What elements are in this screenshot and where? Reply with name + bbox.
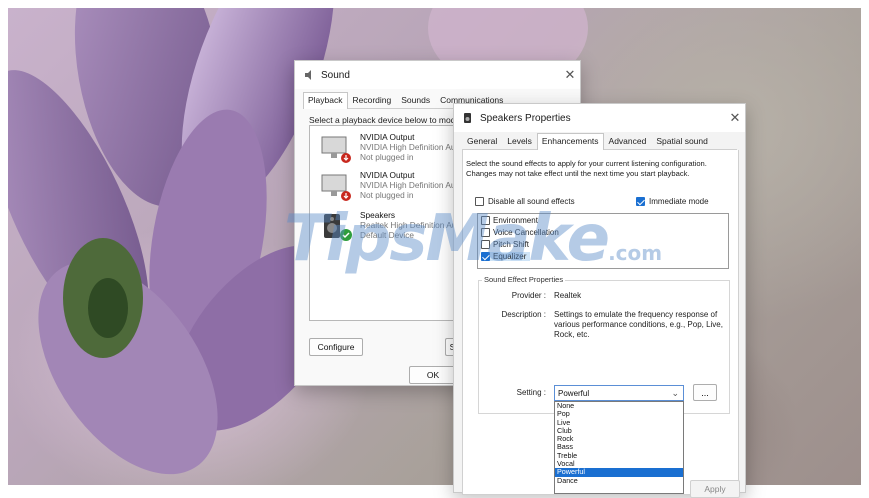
checkbox-icon [481, 216, 490, 225]
effects-list[interactable]: Environment Voice Cancellation Pitch Shi… [477, 213, 729, 269]
tab-advanced[interactable]: Advanced [604, 133, 652, 149]
speakers-properties-window: Speakers Properties ✕ General Levels Enh… [453, 103, 746, 498]
setting-select[interactable]: Powerful ⌄ [554, 385, 684, 401]
monitor-disconnected-icon [321, 174, 351, 201]
tab-enhancements[interactable]: Enhancements [536, 133, 604, 150]
checkbox-checked-icon [481, 252, 490, 261]
immediate-mode-label: Immediate mode [649, 197, 709, 206]
speakers-titlebar: Speakers Properties ✕ [454, 104, 745, 132]
close-icon[interactable]: ✕ [724, 108, 746, 128]
effect-label: Equalizer [493, 252, 527, 261]
speaker-icon [464, 113, 471, 123]
speakers-tabs: General Levels Enhancements Advanced Spa… [462, 133, 737, 150]
provider-label: Provider : [511, 291, 546, 300]
tab-levels[interactable]: Levels [502, 133, 537, 149]
immediate-mode-checkbox[interactable]: Immediate mode [636, 197, 709, 206]
effect-label: Pitch Shift [493, 240, 530, 249]
more-settings-button[interactable]: ... [693, 384, 717, 401]
dropdown-option[interactable]: Pop [555, 409, 683, 418]
disable-all-label: Disable all sound effects [488, 197, 575, 206]
tab-recording[interactable]: Recording [348, 92, 397, 108]
enhancements-instructions: Select the sound effects to apply for yo… [466, 159, 707, 178]
dropdown-option[interactable]: Dance [555, 476, 683, 485]
disable-all-effects-checkbox[interactable]: Disable all sound effects [475, 197, 575, 206]
device-name: NVIDIA Output [360, 170, 415, 180]
apply-button[interactable]: Apply [690, 480, 740, 498]
chevron-down-icon: ⌄ [671, 388, 679, 398]
checkbox-icon [475, 197, 484, 206]
effect-environment[interactable]: Environment [481, 216, 538, 225]
sound-titlebar: Sound ✕ [295, 61, 580, 89]
ok-button[interactable]: OK [409, 366, 457, 384]
checkbox-checked-icon [636, 197, 645, 206]
device-name: Speakers [360, 210, 396, 220]
speaker-icon [305, 70, 311, 80]
configure-button[interactable]: Configure [309, 338, 363, 356]
sound-effect-properties-title: Sound Effect Properties [482, 275, 566, 284]
setting-label: Setting : [516, 388, 546, 397]
dropdown-option[interactable]: Rock [555, 434, 683, 443]
device-driver: NVIDIA High Definition Au [360, 142, 456, 152]
tab-spatial-sound[interactable]: Spatial sound [651, 133, 713, 149]
setting-dropdown-list[interactable]: None Pop Live Club Rock Bass Treble Voca… [554, 401, 684, 494]
monitor-disconnected-icon [321, 136, 351, 163]
effect-equalizer[interactable]: Equalizer [481, 252, 531, 261]
effect-label: Voice Cancellation [493, 228, 559, 237]
setting-selected-value: Powerful [558, 388, 590, 398]
tab-sounds[interactable]: Sounds [396, 92, 435, 108]
effect-pitch-shift[interactable]: Pitch Shift [481, 240, 529, 249]
description-label: Description : [501, 310, 546, 319]
device-status: Default Device [360, 230, 414, 240]
effect-label: Environment [493, 216, 538, 225]
device-status: Not plugged in [360, 190, 414, 200]
provider-value: Realtek [554, 291, 582, 300]
description-value: Settings to emulate the frequency respon… [554, 310, 723, 339]
device-driver: NVIDIA High Definition Au [360, 180, 456, 190]
device-name: NVIDIA Output [360, 132, 415, 142]
effect-voice-cancellation[interactable]: Voice Cancellation [481, 228, 559, 237]
speaker-default-icon [324, 214, 352, 241]
checkbox-icon [481, 240, 490, 249]
close-icon[interactable]: ✕ [559, 65, 581, 85]
sound-window-title: Sound [321, 69, 350, 81]
device-status: Not plugged in [360, 152, 414, 162]
dropdown-option[interactable]: Club [555, 426, 683, 435]
speakers-window-title: Speakers Properties [480, 112, 571, 124]
checkbox-icon [481, 228, 490, 237]
tab-general[interactable]: General [462, 133, 502, 149]
dropdown-option[interactable]: Live [555, 418, 683, 427]
dropdown-option[interactable]: None [555, 401, 683, 410]
device-driver: Realtek High Definition Au [360, 220, 457, 230]
tab-playback[interactable]: Playback [303, 92, 348, 109]
